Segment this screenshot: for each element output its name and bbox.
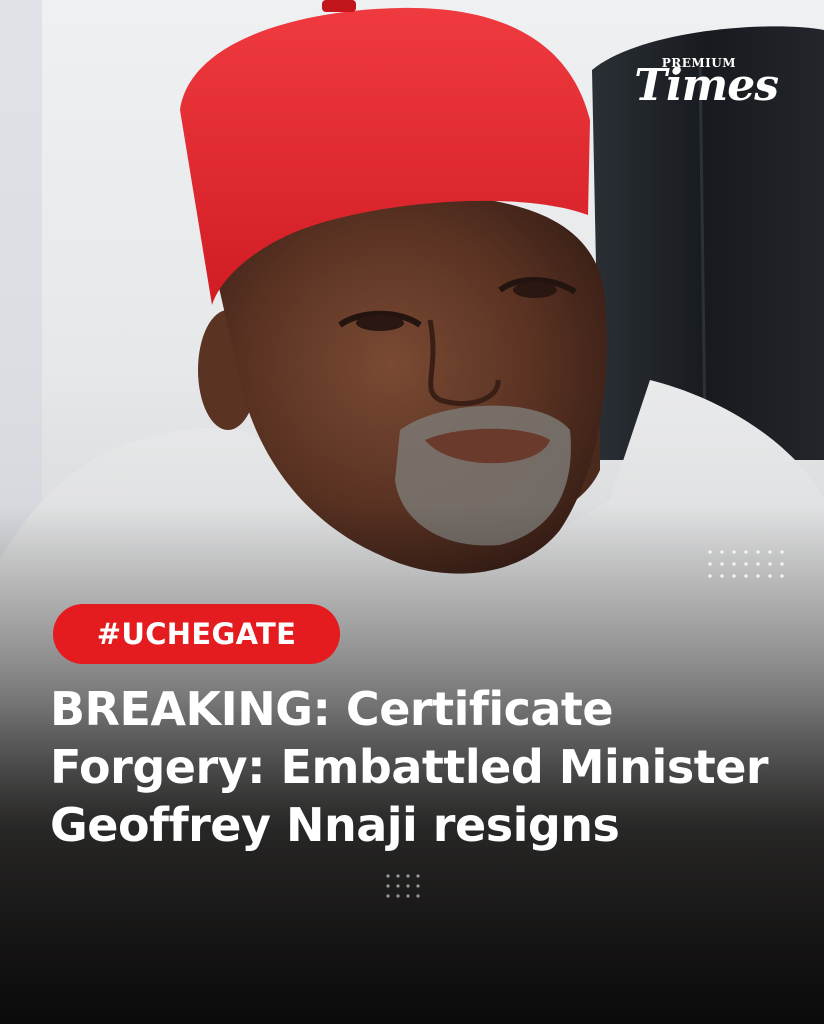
dot-grid-icon — [708, 550, 784, 578]
news-card: PREMIUM Times #UCHEGATE BREAKING: Certif… — [0, 0, 824, 1024]
dot-grid-icon — [386, 874, 420, 898]
topic-tag-label: #UCHEGATE — [96, 617, 297, 651]
premium-times-logo: PREMIUM Times — [618, 52, 779, 112]
logo-wordmark: Times — [634, 60, 779, 111]
topic-tag[interactable]: #UCHEGATE — [53, 604, 340, 664]
headline: BREAKING: Certificate Forgery: Embattled… — [50, 682, 769, 852]
